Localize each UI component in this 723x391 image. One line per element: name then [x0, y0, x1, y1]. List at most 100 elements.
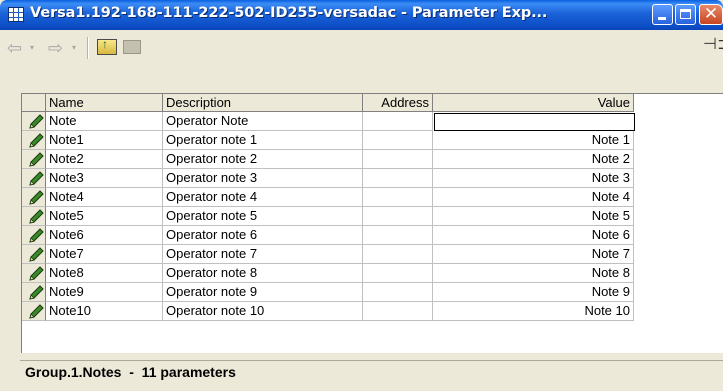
minimize-button[interactable]	[652, 4, 673, 25]
name-cell[interactable]: Note7	[46, 245, 163, 264]
address-cell[interactable]	[363, 169, 433, 188]
pencil-icon	[25, 228, 45, 243]
address-cell[interactable]	[363, 207, 433, 226]
pencil-icon	[25, 114, 45, 129]
value-cell[interactable]: Note 7	[433, 245, 634, 264]
table-app-icon[interactable]	[8, 7, 24, 22]
description-cell[interactable]: Operator note 8	[163, 264, 363, 283]
close-icon: ✕	[703, 4, 719, 24]
row-icon-cell	[22, 283, 46, 302]
value-edit-field[interactable]	[434, 113, 635, 131]
row-icon-cell	[22, 264, 46, 283]
status-bar: Group.1.Notes - 11 parameters	[20, 360, 723, 382]
row-icon-cell	[22, 169, 46, 188]
value-cell[interactable]: Note 1	[433, 131, 634, 150]
description-cell[interactable]: Operator note 10	[163, 302, 363, 321]
name-cell[interactable]: Note	[46, 112, 163, 131]
folder-up-icon[interactable]	[97, 37, 117, 55]
value-cell[interactable]: Note 5	[433, 207, 634, 226]
name-cell[interactable]: Note4	[46, 188, 163, 207]
pencil-icon	[25, 171, 45, 186]
status-text: Group.1.Notes - 11 parameters	[25, 364, 236, 380]
back-dropdown-icon[interactable]: ▾	[30, 43, 34, 52]
description-cell[interactable]: Operator Note	[163, 112, 363, 131]
title-bar[interactable]: Versa1.192-168-111-222-502-ID255-versada…	[0, 0, 723, 30]
row-icon-cell	[22, 245, 46, 264]
description-cell[interactable]: Operator note 6	[163, 226, 363, 245]
address-cell[interactable]	[363, 245, 433, 264]
table-row[interactable]: Note9 Operator note 9 Note 9	[22, 283, 634, 302]
table-row[interactable]: Note4 Operator note 4 Note 4	[22, 188, 634, 207]
address-cell[interactable]	[363, 112, 433, 131]
row-icon-cell	[22, 302, 46, 321]
table-row[interactable]: Note Operator Note	[22, 112, 635, 131]
table-row[interactable]: Note8 Operator note 8 Note 8	[22, 264, 634, 283]
name-cell[interactable]: Note8	[46, 264, 163, 283]
header-icon-column	[22, 94, 46, 112]
forward-arrow-icon[interactable]: ⇨	[48, 38, 63, 59]
name-cell[interactable]: Note9	[46, 283, 163, 302]
close-button[interactable]: ✕	[699, 4, 723, 25]
maximize-button[interactable]	[675, 4, 696, 25]
table-row[interactable]: Note1 Operator note 1 Note 1	[22, 131, 634, 150]
row-icon-cell	[22, 188, 46, 207]
value-cell[interactable]: Note 10	[433, 302, 634, 321]
forward-dropdown-icon[interactable]: ▾	[72, 43, 76, 52]
name-cell[interactable]: Note6	[46, 226, 163, 245]
description-cell[interactable]: Operator note 2	[163, 150, 363, 169]
table-row[interactable]: Note10 Operator note 10 Note 10	[22, 302, 634, 321]
row-icon-cell	[22, 207, 46, 226]
table-row[interactable]: Note5 Operator note 5 Note 5	[22, 207, 634, 226]
table-row[interactable]: Note3 Operator note 3 Note 3	[22, 169, 634, 188]
row-icon-cell	[22, 112, 46, 131]
table-row[interactable]: Note7 Operator note 7 Note 7	[22, 245, 634, 264]
column-header-value[interactable]: Value	[433, 94, 634, 112]
address-cell[interactable]	[363, 226, 433, 245]
toolbar-separator	[87, 37, 89, 59]
column-header-name[interactable]: Name	[46, 94, 163, 112]
description-cell[interactable]: Operator note 7	[163, 245, 363, 264]
window-title: Versa1.192-168-111-222-502-ID255-versada…	[30, 5, 548, 21]
description-cell[interactable]: Operator note 1	[163, 131, 363, 150]
row-icon-cell	[22, 226, 46, 245]
name-cell[interactable]: Note10	[46, 302, 163, 321]
description-cell[interactable]: Operator note 9	[163, 283, 363, 302]
description-cell[interactable]: Operator note 4	[163, 188, 363, 207]
name-cell[interactable]: Note5	[46, 207, 163, 226]
address-cell[interactable]	[363, 302, 433, 321]
pencil-icon	[25, 304, 45, 319]
pencil-icon	[25, 209, 45, 224]
value-cell[interactable]: Note 3	[433, 169, 634, 188]
pencil-icon	[25, 247, 45, 262]
row-icon-cell	[22, 150, 46, 169]
pencil-icon	[25, 190, 45, 205]
pin-icon[interactable]: ⊣⊐	[703, 34, 723, 53]
pencil-icon	[25, 152, 45, 167]
value-cell[interactable]: Note 6	[433, 226, 634, 245]
pencil-icon	[25, 266, 45, 281]
description-cell[interactable]: Operator note 3	[163, 169, 363, 188]
column-header-address[interactable]: Address	[363, 94, 433, 112]
column-header-description[interactable]: Description	[163, 94, 363, 112]
pencil-icon	[25, 133, 45, 148]
back-arrow-icon[interactable]: ⇦	[7, 38, 22, 59]
parameter-table[interactable]: Name Description Address Value Note Opera…	[21, 93, 723, 353]
address-cell[interactable]	[363, 188, 433, 207]
description-cell[interactable]: Operator note 5	[163, 207, 363, 226]
value-cell[interactable]: Note 2	[433, 150, 634, 169]
value-cell[interactable]: Note 9	[433, 283, 634, 302]
name-cell[interactable]: Note1	[46, 131, 163, 150]
address-cell[interactable]	[363, 150, 433, 169]
value-cell[interactable]: Note 8	[433, 264, 634, 283]
name-cell[interactable]: Note3	[46, 169, 163, 188]
address-cell[interactable]	[363, 131, 433, 150]
value-cell[interactable]: Note 4	[433, 188, 634, 207]
folder-icon[interactable]	[123, 40, 141, 54]
name-cell[interactable]: Note2	[46, 150, 163, 169]
table-row[interactable]: Note2 Operator note 2 Note 2	[22, 150, 634, 169]
address-cell[interactable]	[363, 283, 433, 302]
toolbar: ⇦ ▾ ⇨ ▾ ⊣⊐	[0, 30, 723, 82]
address-cell[interactable]	[363, 264, 433, 283]
table-row[interactable]: Note6 Operator note 6 Note 6	[22, 226, 634, 245]
pencil-icon	[25, 285, 45, 300]
